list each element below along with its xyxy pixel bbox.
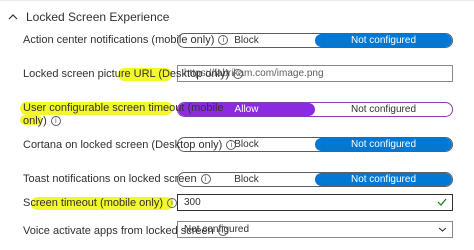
cortana-label: Cortana on locked screen (Desktop only) i [23,139,237,152]
info-icon[interactable]: i [233,69,244,80]
screen-timeout-label: Screen timeout (mobile only) i [23,197,178,210]
voice-activate-label-text: Voice activate apps from locked screen [23,225,214,237]
toggle-option-not-configured[interactable]: Not configured [315,138,452,151]
toast-label-text: Toast notifications on locked screen [23,173,197,185]
action-center-label-text: Action center notifications (mobile only… [23,34,215,46]
chevron-up-icon[interactable] [6,10,20,24]
info-icon[interactable]: i [226,140,237,151]
checkmark-icon [437,198,447,206]
screen-timeout-input[interactable]: 300 [177,194,453,211]
voice-activate-label: Voice activate apps from locked screen i [23,225,228,238]
action-center-label: Action center notifications (mobile only… [23,34,229,47]
screen-timeout-config-label: User configurable screen timeout (mobile… [23,102,224,128]
top-divider [0,0,474,1]
info-icon[interactable]: i [218,35,229,46]
toggle-option-not-configured[interactable]: Not configured [315,34,452,47]
info-icon[interactable]: i [217,226,228,237]
picture-url-label: Locked screen picture URL (Desktop only)… [23,68,244,81]
screen-timeout-value: 300 [184,197,201,208]
toast-label: Toast notifications on locked screen i [23,173,211,186]
label-line2: only) [23,115,47,127]
toggle-option-not-configured[interactable]: Not configured [315,173,452,186]
cortana-label-text: Cortana on locked screen (Desktop only) [23,139,223,151]
section-header[interactable]: Locked Screen Experience [6,9,169,25]
info-icon[interactable]: i [50,116,61,127]
label-line1: User configurable screen timeout (mobile [23,102,224,114]
info-icon[interactable]: i [167,198,178,209]
section-title: Locked Screen Experience [26,10,170,24]
toast-toggle[interactable]: Block Not configured [177,172,453,187]
screen-timeout-label-text: Screen timeout (mobile only) [23,197,164,209]
picture-url-label-text: Locked screen picture URL (Desktop only) [23,68,230,80]
toggle-option-not-configured[interactable]: Not configured [315,103,452,116]
info-icon[interactable]: i [200,174,211,185]
chevron-down-icon[interactable] [438,226,447,233]
